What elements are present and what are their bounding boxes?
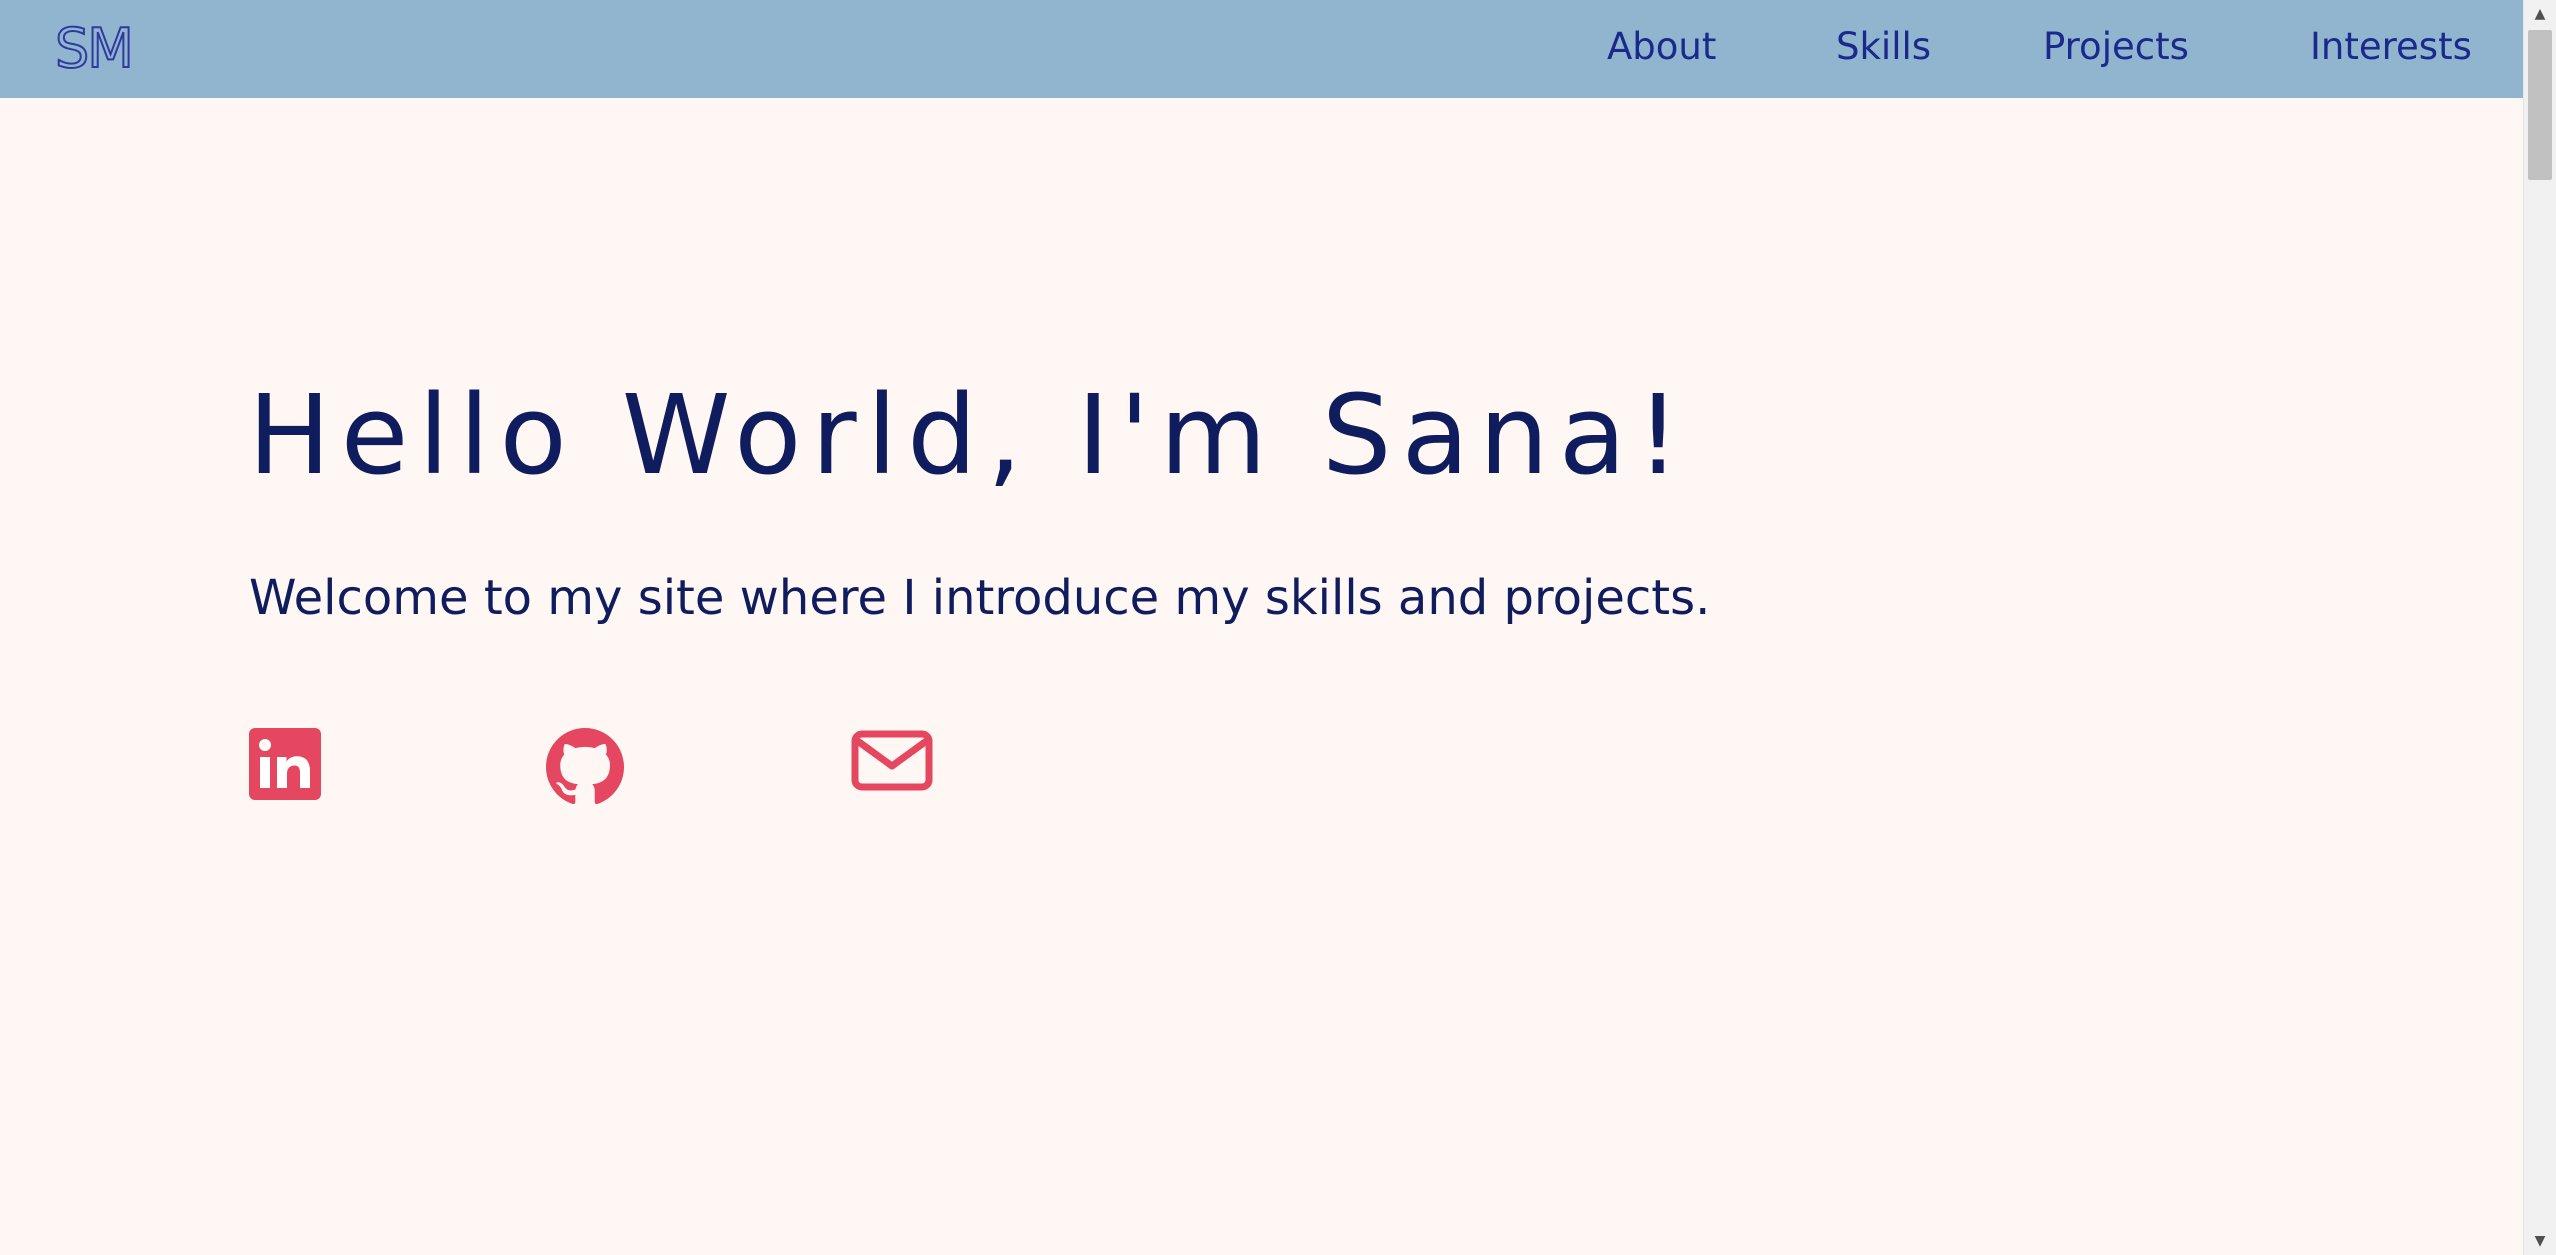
email-link[interactable]	[851, 728, 933, 792]
email-icon	[851, 730, 933, 791]
github-link[interactable]	[546, 728, 624, 806]
vertical-scrollbar[interactable]: ▲ ▼	[2523, 0, 2556, 1255]
hero-subtitle: Welcome to my site where I introduce my …	[249, 570, 1711, 626]
nav-link-about[interactable]: About	[1607, 22, 1716, 72]
scrollbar-thumb[interactable]	[2528, 30, 2552, 180]
site-logo[interactable]: SM	[54, 14, 135, 84]
scroll-down-arrow[interactable]: ▼	[2524, 1227, 2556, 1255]
linkedin-link[interactable]	[249, 728, 321, 800]
nav-link-skills[interactable]: Skills	[1836, 22, 1931, 72]
nav-link-projects[interactable]: Projects	[2043, 22, 2189, 72]
linkedin-icon	[249, 728, 321, 800]
scroll-up-arrow[interactable]: ▲	[2524, 0, 2556, 28]
hero-title: Hello World, I'm Sana!	[248, 371, 1691, 499]
nav-link-interests[interactable]: Interests	[2310, 22, 2472, 72]
github-icon	[546, 728, 624, 805]
top-navbar: SM About Skills Projects Interests	[0, 0, 2523, 98]
